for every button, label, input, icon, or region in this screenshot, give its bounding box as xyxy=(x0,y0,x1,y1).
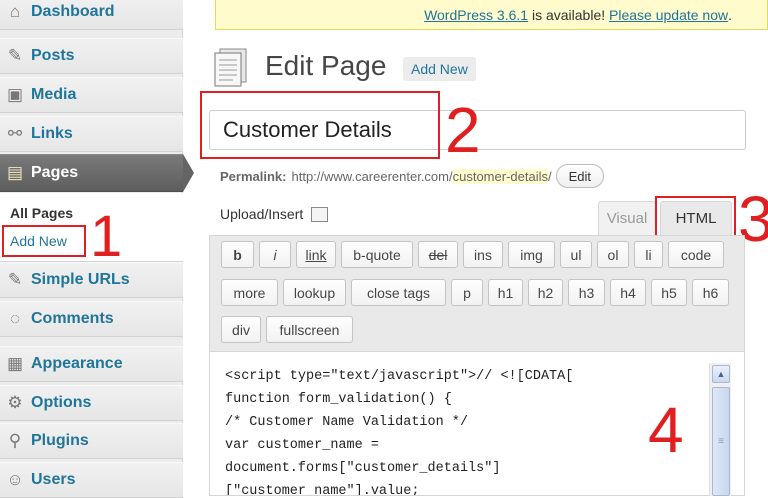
menu-label: Plugins xyxy=(31,432,89,449)
menu-comments[interactable]: ◌ Comments xyxy=(0,301,183,337)
qt-ul-button[interactable]: ul xyxy=(560,241,592,268)
edit-permalink-button[interactable]: Edit xyxy=(555,164,605,188)
menu-label: Users xyxy=(31,471,76,488)
page-icon xyxy=(214,48,247,87)
qt-img-button[interactable]: img xyxy=(508,241,555,268)
menu-label: Links xyxy=(31,125,73,142)
menu-label: Pages xyxy=(31,164,79,181)
qt-h6-button[interactable]: h6 xyxy=(692,279,729,306)
permalink-base: http://www.careerenter.com/ xyxy=(291,168,453,184)
qt-h2-button[interactable]: h2 xyxy=(528,279,563,306)
permalink-label: Permalink: xyxy=(220,168,287,184)
menu-label: Posts xyxy=(31,47,75,64)
comment-icon: ◌ xyxy=(9,309,21,328)
menu-label: Options xyxy=(31,394,92,411)
pushpin-icon: ✎ xyxy=(7,270,23,289)
qt-h5-button[interactable]: h5 xyxy=(651,279,687,306)
annotation-box-1 xyxy=(2,225,86,257)
qt-h4-button[interactable]: h4 xyxy=(610,279,646,306)
qt-h1-button[interactable]: h1 xyxy=(488,279,523,306)
home-icon: ⌂ xyxy=(9,2,21,21)
upload-insert[interactable]: Upload/Insert xyxy=(220,206,329,222)
gear-icon: ⚙ xyxy=(7,393,23,412)
wordpress-version-link[interactable]: WordPress 3.6.1 xyxy=(424,7,528,23)
menu-options[interactable]: ⚙ Options xyxy=(0,385,183,421)
qt-bquote-button[interactable]: b-quote xyxy=(341,241,413,268)
menu-label: Simple URLs xyxy=(31,271,130,288)
qt-close-tags-button[interactable]: close tags xyxy=(351,279,446,306)
menu-pages[interactable]: ▤ Pages xyxy=(0,154,183,192)
menu-media[interactable]: ▣ Media xyxy=(0,77,183,113)
qt-p-button[interactable]: p xyxy=(451,279,483,306)
menu-plugins[interactable]: ⚲ Plugins xyxy=(0,423,183,459)
qt-ol-button[interactable]: ol xyxy=(597,241,629,268)
active-menu-arrow xyxy=(183,154,194,192)
qt-div-button[interactable]: div xyxy=(221,316,261,343)
add-media-icon[interactable] xyxy=(311,206,329,222)
submenu-all-pages[interactable]: All Pages xyxy=(10,205,73,221)
plugin-icon: ⚲ xyxy=(8,431,22,450)
pushpin-icon: ✎ xyxy=(7,46,23,65)
menu-appearance[interactable]: ▦ Appearance xyxy=(0,346,183,382)
link-icon: ⚯ xyxy=(7,124,23,143)
qt-fullscreen-button[interactable]: fullscreen xyxy=(266,316,353,343)
qt-h3-button[interactable]: h3 xyxy=(568,279,605,306)
qt-italic-button[interactable]: i xyxy=(259,241,291,268)
annotation-number-4: 4 xyxy=(648,394,684,466)
pages-icon: ▤ xyxy=(6,163,24,182)
update-now-link[interactable]: Please update now xyxy=(609,7,728,23)
code-line: ["customer_name"].value; xyxy=(225,484,420,496)
menu-links[interactable]: ⚯ Links xyxy=(0,116,183,152)
qt-ins-button[interactable]: ins xyxy=(463,241,503,268)
menu-dashboard[interactable]: ⌂ Dashboard xyxy=(0,0,183,30)
permalink-end: / xyxy=(547,168,552,184)
qt-bold-button[interactable]: b xyxy=(221,241,254,268)
permalink-row: Permalink: http://www.careerenter.com/ c… xyxy=(220,164,605,188)
annotation-number-1: 1 xyxy=(90,204,123,269)
appearance-icon: ▦ xyxy=(6,354,24,373)
notice-end: . xyxy=(728,6,732,23)
qt-del-button[interactable]: del xyxy=(418,241,458,268)
annotation-number-2: 2 xyxy=(445,94,481,166)
scroll-thumb[interactable]: ≡ xyxy=(712,387,730,496)
code-line: <script type="text/javascript">// <![CDA… xyxy=(225,369,574,384)
scroll-up-arrow-icon[interactable]: ▲ xyxy=(712,365,730,383)
notice-text: is available! xyxy=(528,6,610,23)
add-new-button[interactable]: Add New xyxy=(403,57,476,81)
qt-more-button[interactable]: more xyxy=(221,279,278,306)
menu-label: Appearance xyxy=(31,355,123,372)
update-notice: WordPress 3.6.1 is available! Please upd… xyxy=(215,0,768,30)
users-icon: ☺ xyxy=(6,470,24,489)
qt-code-button[interactable]: code xyxy=(668,241,724,268)
menu-users[interactable]: ☺ Users xyxy=(0,462,183,498)
menu-label: Dashboard xyxy=(31,3,115,20)
menu-separator xyxy=(0,338,183,346)
qt-lookup-button[interactable]: lookup xyxy=(283,279,346,306)
qt-li-button[interactable]: li xyxy=(634,241,663,268)
menu-label: Comments xyxy=(31,310,114,327)
media-icon: ▣ xyxy=(6,85,24,104)
menu-posts[interactable]: ✎ Posts xyxy=(0,38,183,74)
qt-link-button[interactable]: link xyxy=(296,241,336,268)
page-title: Edit Page xyxy=(265,50,387,81)
tab-visual[interactable]: Visual xyxy=(598,201,656,235)
permalink-slug[interactable]: customer-details xyxy=(452,168,548,184)
editor-scrollbar[interactable]: ▲ ≡ xyxy=(709,363,731,496)
upload-insert-label: Upload/Insert xyxy=(220,206,304,222)
annotation-box-2 xyxy=(200,91,440,159)
menu-label: Media xyxy=(31,86,77,103)
